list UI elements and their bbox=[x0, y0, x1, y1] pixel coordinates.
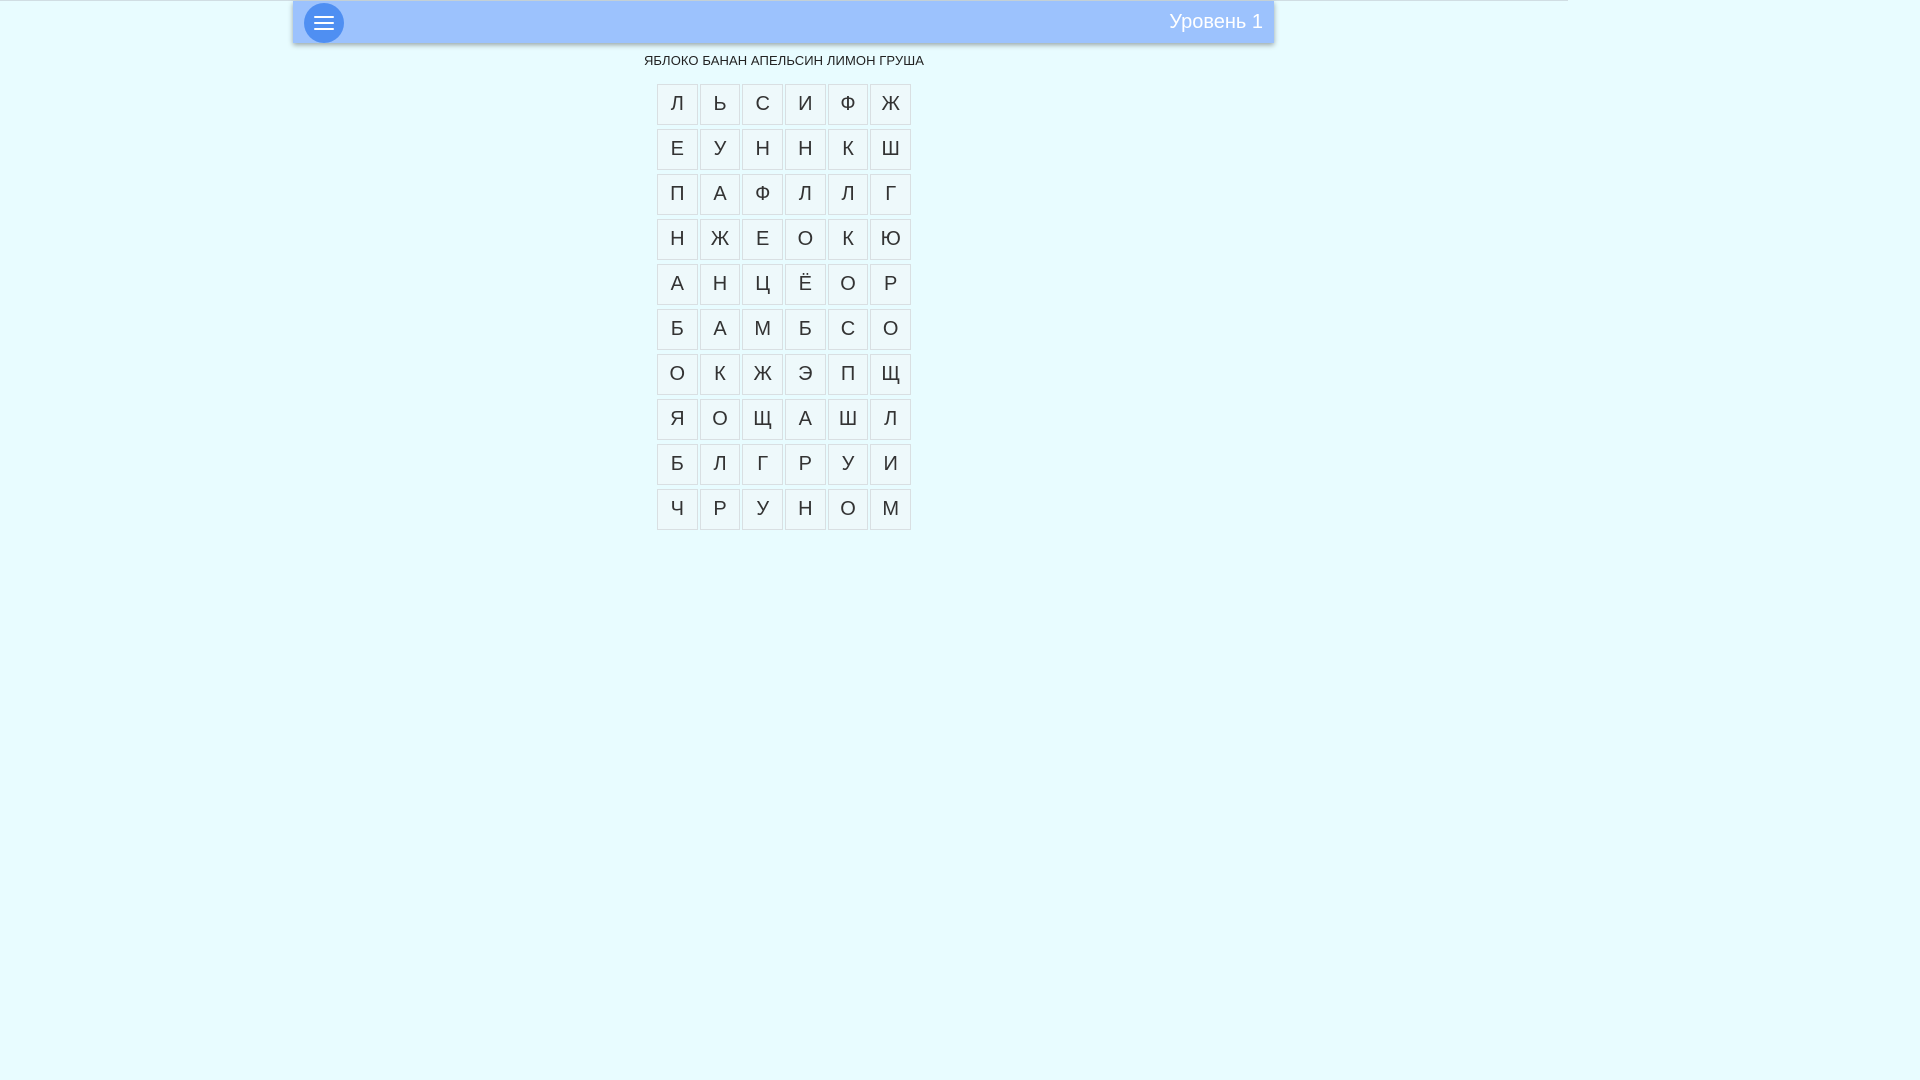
grid-row: ЧРУНОМ bbox=[656, 488, 912, 533]
level-label: Уровень 1 bbox=[1169, 11, 1263, 33]
letter-cell[interactable]: Ш bbox=[870, 129, 912, 170]
grid-row: ЛЬСИФЖ bbox=[656, 83, 912, 128]
letter-cell[interactable]: О bbox=[827, 264, 869, 305]
grid-row: ПАФЛЛГ bbox=[656, 173, 912, 218]
letter-cell[interactable]: Ь bbox=[699, 84, 741, 125]
letter-cell[interactable]: Р bbox=[699, 489, 741, 530]
letter-cell[interactable]: О bbox=[870, 309, 912, 350]
letter-cell[interactable]: П bbox=[827, 354, 869, 395]
letter-cell[interactable]: У bbox=[827, 444, 869, 485]
letter-cell[interactable]: Щ bbox=[870, 354, 912, 395]
letter-cell[interactable]: Ж bbox=[742, 354, 784, 395]
letter-cell[interactable]: О bbox=[657, 354, 698, 395]
letter-cell[interactable]: О bbox=[699, 399, 741, 440]
letter-cell[interactable]: А bbox=[657, 264, 698, 305]
letter-cell[interactable]: У bbox=[742, 489, 784, 530]
letter-cell[interactable]: Е bbox=[657, 129, 698, 170]
letter-cell[interactable]: Э bbox=[785, 354, 826, 395]
letter-cell[interactable]: Г bbox=[870, 174, 912, 215]
letter-cell[interactable]: Л bbox=[827, 174, 869, 215]
letter-cell[interactable]: М bbox=[742, 309, 784, 350]
grid-row: ЯОЩАШЛ bbox=[656, 398, 912, 443]
letter-cell[interactable]: А bbox=[785, 399, 826, 440]
letter-cell[interactable]: И bbox=[870, 444, 912, 485]
letter-cell[interactable]: Н bbox=[699, 264, 741, 305]
letter-cell[interactable]: П bbox=[657, 174, 698, 215]
letter-cell[interactable]: Р bbox=[870, 264, 912, 305]
letter-cell[interactable]: Ю bbox=[870, 219, 912, 260]
letter-cell[interactable]: Н bbox=[785, 129, 826, 170]
menu-button[interactable] bbox=[304, 3, 344, 43]
letter-cell[interactable]: С bbox=[742, 84, 784, 125]
letter-cell[interactable]: Б bbox=[785, 309, 826, 350]
letter-cell[interactable]: Л bbox=[870, 399, 912, 440]
letter-cell[interactable]: И bbox=[785, 84, 826, 125]
letter-cell[interactable]: Л bbox=[657, 84, 698, 125]
grid-row: ОКЖЭПЩ bbox=[656, 353, 912, 398]
letter-cell[interactable]: М bbox=[870, 489, 912, 530]
letter-cell[interactable]: Ф bbox=[742, 174, 784, 215]
word-list: ЯБЛОКО БАНАН АПЕЛЬСИН ЛИМОН ГРУША bbox=[643, 53, 925, 68]
grid-row: АНЦЁОР bbox=[656, 263, 912, 308]
letter-cell[interactable]: Р bbox=[785, 444, 826, 485]
letter-cell[interactable]: Г bbox=[742, 444, 784, 485]
letter-cell[interactable]: С bbox=[827, 309, 869, 350]
hamburger-icon-line bbox=[314, 22, 334, 24]
grid-row: ЕУННКШ bbox=[656, 128, 912, 173]
letter-cell[interactable]: Я bbox=[657, 399, 698, 440]
letter-cell[interactable]: Л bbox=[785, 174, 826, 215]
hamburger-icon bbox=[314, 16, 334, 18]
letter-cell[interactable]: О bbox=[785, 219, 826, 260]
letter-cell[interactable]: Л bbox=[699, 444, 741, 485]
header-bar: Уровень 1 bbox=[293, 1, 1274, 43]
letter-cell[interactable]: Ф bbox=[827, 84, 869, 125]
letter-cell[interactable]: Ё bbox=[785, 264, 826, 305]
letter-cell[interactable]: Ш bbox=[827, 399, 869, 440]
letter-cell[interactable]: К bbox=[827, 219, 869, 260]
letter-cell[interactable]: Н bbox=[657, 219, 698, 260]
letter-cell[interactable]: Н bbox=[742, 129, 784, 170]
letter-cell[interactable]: Щ bbox=[742, 399, 784, 440]
grid-row: БАМБСО bbox=[656, 308, 912, 353]
hamburger-icon-line bbox=[314, 28, 334, 30]
letter-cell[interactable]: Н bbox=[785, 489, 826, 530]
letter-cell[interactable]: Ч bbox=[657, 489, 698, 530]
grid-row: НЖЕОКЮ bbox=[656, 218, 912, 263]
letter-cell[interactable]: Ж bbox=[699, 219, 741, 260]
letter-cell[interactable]: К bbox=[827, 129, 869, 170]
letter-grid: ЛЬСИФЖЕУННКШПАФЛЛГНЖЕОКЮАНЦЁОРБАМБСООКЖЭ… bbox=[656, 83, 912, 533]
letter-cell[interactable]: А bbox=[699, 309, 741, 350]
letter-cell[interactable]: Б bbox=[657, 444, 698, 485]
letter-cell[interactable]: Ж bbox=[870, 84, 912, 125]
grid-row: БЛГРУИ bbox=[656, 443, 912, 488]
letter-cell[interactable]: К bbox=[699, 354, 741, 395]
letter-cell[interactable]: Б bbox=[657, 309, 698, 350]
letter-cell[interactable]: Е bbox=[742, 219, 784, 260]
letter-cell[interactable]: А bbox=[699, 174, 741, 215]
letter-cell[interactable]: У bbox=[699, 129, 741, 170]
letter-cell[interactable]: Ц bbox=[742, 264, 784, 305]
letter-cell[interactable]: О bbox=[827, 489, 869, 530]
